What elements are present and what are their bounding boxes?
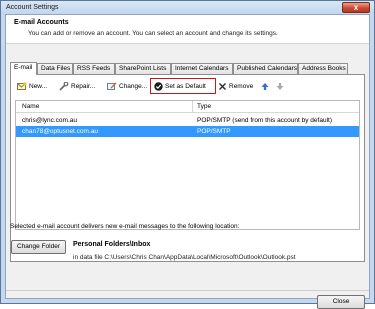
tab-email[interactable]: E-mail bbox=[10, 62, 37, 75]
page-subtitle: You can add or remove an account. You ca… bbox=[28, 30, 278, 37]
account-type: POP/SMTP bbox=[197, 128, 231, 135]
column-header-name[interactable]: Name bbox=[22, 103, 39, 110]
account-name: chris@lync.com.au bbox=[22, 117, 78, 124]
window-title: Account Settings bbox=[6, 4, 59, 11]
new-button[interactable]: New... bbox=[17, 81, 47, 93]
tab-published-calendars[interactable]: Published Calendars bbox=[233, 63, 298, 74]
column-divider[interactable] bbox=[192, 101, 193, 113]
repair-wrench-icon bbox=[59, 81, 69, 91]
arrow-down-icon bbox=[276, 82, 284, 90]
move-up-button[interactable] bbox=[261, 81, 271, 93]
close-window-button[interactable]: x bbox=[342, 2, 370, 13]
change-account-icon bbox=[107, 82, 117, 90]
title-bar[interactable]: Account Settings x bbox=[1, 1, 374, 14]
email-accounts-panel: New... Repair... Change... Set as Defaul… bbox=[10, 74, 365, 262]
accounts-list-header: Name Type bbox=[16, 101, 359, 113]
close-button[interactable]: Close bbox=[317, 295, 365, 309]
account-row[interactable]: chris@lync.com.au POP/SMTP (send from th… bbox=[16, 115, 359, 126]
arrow-up-icon bbox=[261, 82, 269, 90]
set-as-default-button[interactable]: Set as Default bbox=[154, 81, 206, 93]
change-button[interactable]: Change... bbox=[107, 81, 147, 93]
new-account-icon bbox=[17, 82, 27, 90]
dialog-header: E-mail Accounts You can add or remove an… bbox=[6, 15, 369, 44]
account-settings-window: Account Settings x E-mail Accounts You c… bbox=[0, 0, 375, 309]
tab-internet-calendars[interactable]: Internet Calendars bbox=[171, 63, 233, 74]
remove-button[interactable]: Remove bbox=[218, 81, 253, 93]
change-button-label: Change... bbox=[119, 83, 148, 90]
tab-data-files[interactable]: Data Files bbox=[37, 63, 73, 74]
footer-divider bbox=[6, 290, 369, 291]
accounts-list: Name Type chris@lync.com.au POP/SMTP (se… bbox=[15, 100, 360, 230]
tab-address-books[interactable]: Address Books bbox=[298, 63, 348, 74]
remove-button-label: Remove bbox=[229, 83, 254, 90]
change-folder-button[interactable]: Change Folder bbox=[11, 240, 66, 254]
page-title: E-mail Accounts bbox=[14, 19, 69, 26]
column-header-type[interactable]: Type bbox=[197, 103, 211, 110]
account-row-selected[interactable]: chan78@optusnet.com.au POP/SMTP bbox=[16, 126, 359, 137]
delivery-location-info: Selected e-mail account delivers new e-m… bbox=[10, 223, 240, 230]
tab-sharepoint-lists[interactable]: SharePoint Lists bbox=[115, 63, 171, 74]
tab-rss-feeds[interactable]: RSS Feeds bbox=[73, 63, 115, 74]
set-as-default-label: Set as Default bbox=[165, 83, 206, 90]
move-down-button[interactable] bbox=[276, 81, 286, 93]
remove-x-icon bbox=[218, 82, 227, 90]
account-name: chan78@optusnet.com.au bbox=[22, 128, 98, 135]
dialog-client: E-mail Accounts You can add or remove an… bbox=[5, 14, 370, 309]
new-button-label: New... bbox=[29, 83, 48, 90]
repair-button[interactable]: Repair... bbox=[59, 81, 95, 93]
delivery-folder-title: Personal Folders\Inbox bbox=[73, 241, 151, 248]
delivery-folder-path: in data file C:\Users\Chris Chan\AppData… bbox=[73, 254, 296, 261]
checkmark-circle-icon bbox=[154, 82, 163, 91]
accounts-toolbar: New... Repair... Change... Set as Defaul… bbox=[11, 75, 364, 97]
repair-button-label: Repair... bbox=[71, 83, 96, 90]
account-type: POP/SMTP (send from this account by defa… bbox=[197, 117, 332, 124]
